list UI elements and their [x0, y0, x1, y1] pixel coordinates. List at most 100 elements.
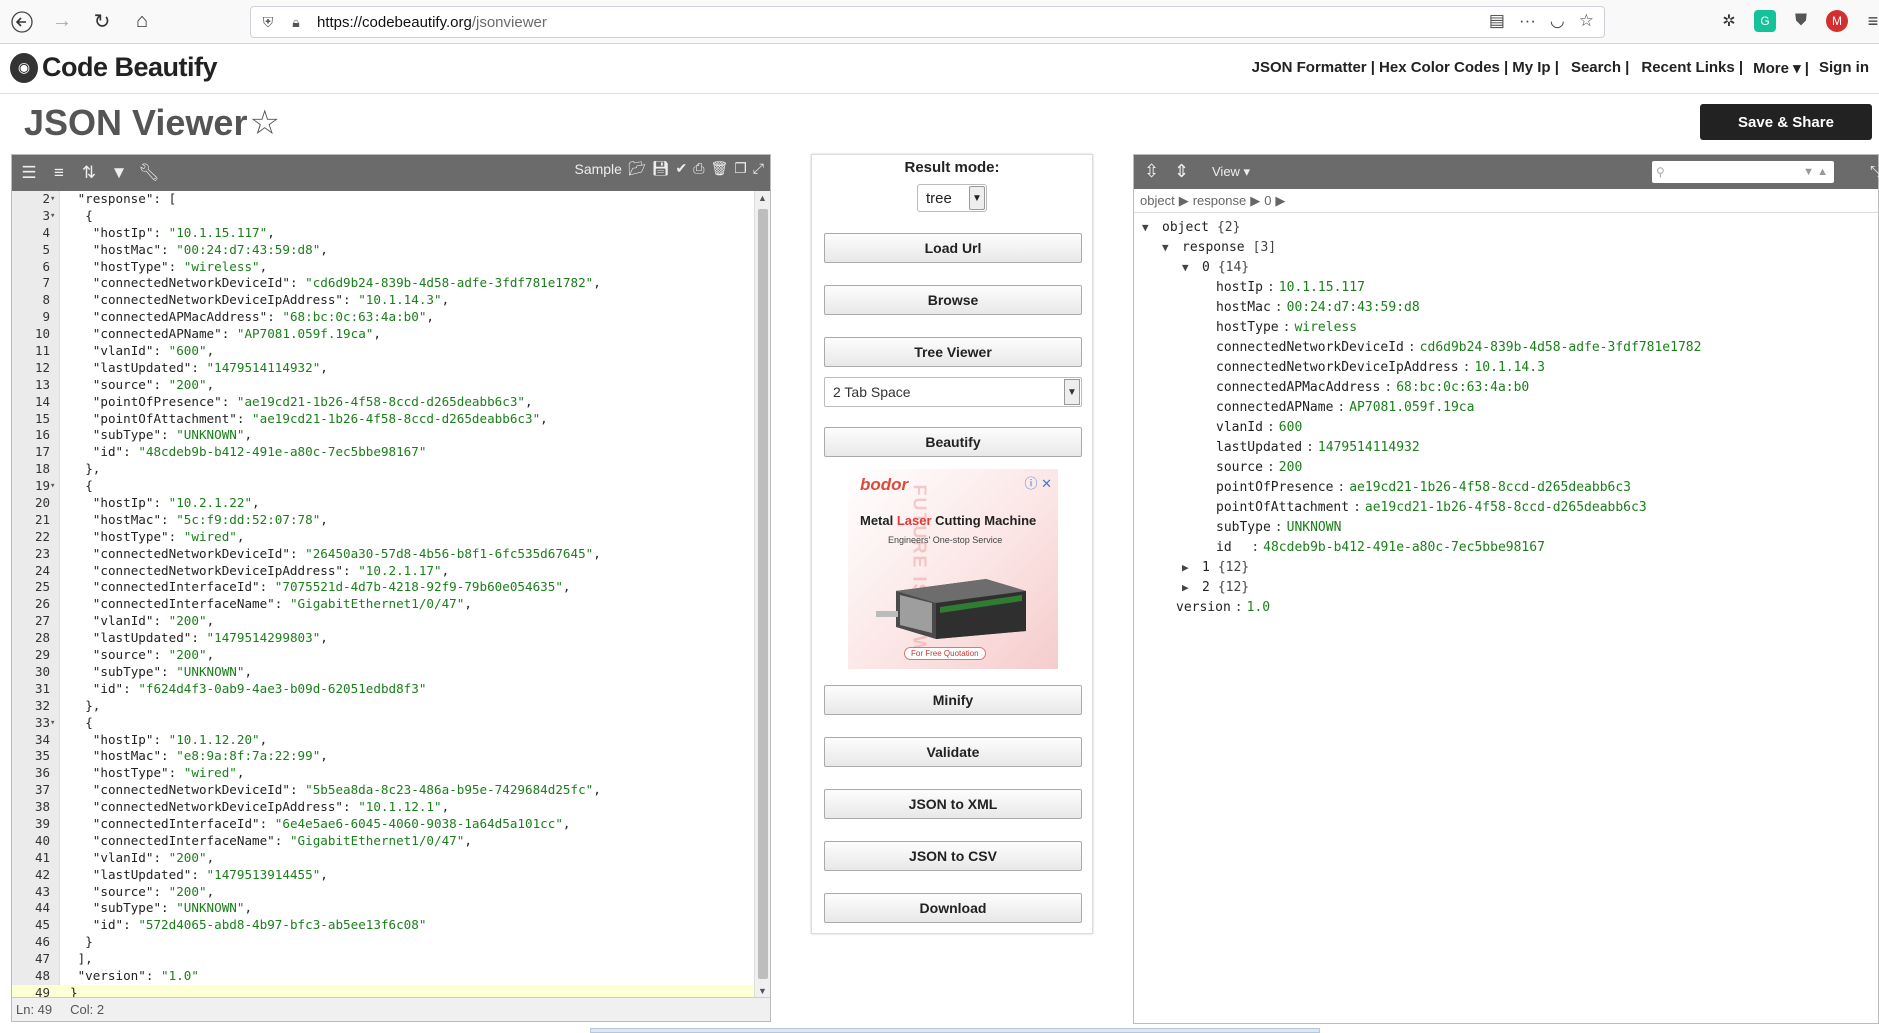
tree-value[interactable]: 48cdeb9b-b412-491e-a80c-7ec5bbe98167 — [1263, 540, 1545, 555]
extension-shield-icon[interactable]: ⛊ — [1790, 10, 1812, 32]
tree-node[interactable]: hostMac:00:24:d7:43:59:d8 — [1216, 297, 1420, 319]
save-disk-icon[interactable]: 💾︎ — [652, 160, 670, 177]
tree-node[interactable]: ▶ 2 {12} — [1182, 577, 1249, 599]
code-line[interactable]: 46} — [12, 934, 754, 951]
menu-hamburger-icon[interactable]: ≡ — [1862, 10, 1879, 32]
code-line[interactable]: 22 "hostType": "wired", — [12, 529, 754, 546]
code-line[interactable]: 36 "hostType": "wired", — [12, 765, 754, 782]
tree-value[interactable]: 68:bc:0c:63:4a:b0 — [1396, 380, 1529, 395]
tree-node[interactable]: pointOfPresence: ae19cd21-1b26-4f58-8ccd-… — [1216, 477, 1631, 499]
code-line[interactable]: 10 "connectedAPName": "AP7081.059f.19ca", — [12, 326, 754, 343]
code-line[interactable]: 34 "hostIp": "10.1.12.20", — [12, 732, 754, 749]
tree-node[interactable]: ▼ 0 {14} — [1182, 257, 1249, 279]
tree-node[interactable]: connectedAPMacAddress:68:bc:0c:63:4a:b0 — [1216, 377, 1529, 399]
shield-icon[interactable]: ⛨ — [257, 14, 279, 31]
fold-toggle-icon[interactable]: ▾ — [50, 715, 60, 732]
load-url-button[interactable]: Load Url — [824, 233, 1082, 263]
code-line[interactable]: 28 "lastUpdated": "1479514299803", — [12, 630, 754, 647]
code-line[interactable]: 40 "connectedInterfaceName": "GigabitEthe… — [12, 833, 754, 850]
code-line[interactable]: 17 "id": "48cdeb9b-b412-491e-a80c-7ec5bbe… — [12, 444, 754, 461]
editor-scrollbar[interactable]: ▲ ▼ — [754, 191, 770, 998]
download-button[interactable]: Download — [824, 893, 1082, 923]
code-line[interactable]: 38 "connectedNetworkDeviceIpAddress": "10… — [12, 799, 754, 816]
beautify-button[interactable]: Beautify — [824, 427, 1082, 457]
tree-value[interactable]: 600 — [1279, 420, 1302, 435]
repair-wrench-icon[interactable]: 🔧︎ — [136, 160, 162, 186]
home-icon[interactable]: ⌂ — [124, 4, 160, 40]
tree-node[interactable]: ▼ object {2} — [1142, 217, 1240, 239]
breadcrumb-index[interactable]: 0 — [1264, 193, 1271, 208]
json-to-csv-button[interactable]: JSON to CSV — [824, 841, 1082, 871]
tree-node[interactable]: source:200 — [1216, 457, 1302, 479]
code-line[interactable]: 29 "source": "200", — [12, 647, 754, 664]
collapsed-caret-icon[interactable]: ▶ — [1182, 557, 1196, 579]
fold-toggle-icon[interactable]: ▾ — [50, 478, 60, 495]
code-line[interactable]: 11 "vlanId": "600", — [12, 343, 754, 360]
code-line[interactable]: 43 "source": "200", — [12, 884, 754, 901]
tree-value[interactable]: 10.1.15.117 — [1279, 280, 1365, 295]
expand-all-icon[interactable]: ⇳ — [1144, 161, 1159, 182]
code-line[interactable]: 8 "connectedNetworkDeviceIpAddress": "10.… — [12, 292, 754, 309]
code-line[interactable]: 39 "connectedInterfaceId": "6e4e5ae6-6045… — [12, 816, 754, 833]
code-line[interactable]: 18}, — [12, 461, 754, 478]
format-icon[interactable]: ☰ — [16, 160, 42, 186]
code-line[interactable]: 19 ▾ { — [12, 478, 754, 495]
tree-value[interactable]: 00:24:d7:43:59:d8 — [1287, 300, 1420, 315]
code-line[interactable]: 12 "lastUpdated": "1479514114932", — [12, 360, 754, 377]
code-line[interactable]: 35 "hostMac": "e8:9a:8f:7a:22:99", — [12, 748, 754, 765]
nav-search[interactable]: Search | — [1571, 59, 1629, 77]
code-line[interactable]: 14 "pointOfPresence": "ae19cd21-1b26-4f58… — [12, 394, 754, 411]
tree-value[interactable]: 1479514114932 — [1318, 440, 1420, 455]
advertisement[interactable]: FUTURE IS NOW bodor ⓘ ✕ Metal Laser Cutt… — [848, 469, 1058, 669]
json-to-xml-button[interactable]: JSON to XML — [824, 789, 1082, 819]
address-bar[interactable]: ⛨ 🔒︎ https://codebeautify.org/jsonviewer… — [250, 6, 1605, 38]
fold-toggle-icon[interactable]: ▾ — [50, 191, 60, 208]
save-share-button[interactable]: Save & Share — [1700, 104, 1872, 140]
code-line[interactable]: 5 "hostMac": "00:24:d7:43:59:d8", — [12, 242, 754, 259]
back-icon[interactable] — [4, 4, 40, 40]
page-actions-icon[interactable]: ··· — [1519, 11, 1536, 31]
collapse-all-icon[interactable]: ⇕ — [1174, 161, 1189, 182]
tree-value[interactable]: cd6d9b24-839b-4d58-adfe-3fdf781e1782 — [1420, 340, 1702, 355]
minify-button[interactable]: Minify — [824, 685, 1082, 715]
open-folder-icon[interactable]: 📂︎ — [628, 160, 646, 177]
breadcrumb-response[interactable]: response — [1193, 193, 1246, 208]
tree-viewer-button[interactable]: Tree Viewer — [824, 337, 1082, 367]
code-line[interactable]: 3 ▾ { — [12, 208, 754, 225]
search-nav-arrows-icon[interactable]: ▼ ▲ — [1803, 166, 1828, 178]
tree-node[interactable]: id :48cdeb9b-b412-491e-a80c-7ec5bbe98167 — [1216, 537, 1545, 559]
extension-puzzle-icon[interactable]: ✲ — [1718, 10, 1740, 32]
reader-view-icon[interactable]: ▤ — [1489, 11, 1505, 31]
reload-icon[interactable]: ↻ — [84, 4, 120, 40]
code-line[interactable]: 13 "source": "200", — [12, 377, 754, 394]
tree-node[interactable]: version:1.0 — [1176, 597, 1270, 619]
sort-icon[interactable]: ⇅ — [76, 160, 102, 186]
compact-icon[interactable]: ≡ — [46, 160, 72, 186]
code-line[interactable]: 16 "subType": "UNKNOWN", — [12, 427, 754, 444]
code-line[interactable]: 27 "vlanId": "200", — [12, 613, 754, 630]
code-line[interactable]: 33 ▾ { — [12, 715, 754, 732]
tree-node[interactable]: hostIp:10.1.15.117 — [1216, 277, 1365, 299]
code-line[interactable]: 30 "subType": "UNKNOWN", — [12, 664, 754, 681]
tree-value[interactable]: wireless — [1294, 320, 1357, 335]
code-line[interactable]: 7 "connectedNetworkDeviceId": "cd6d9b24-8… — [12, 275, 754, 292]
collapsed-caret-icon[interactable]: ▶ — [1182, 577, 1196, 599]
extension-mail-icon[interactable]: M — [1826, 10, 1848, 32]
code-line[interactable]: 42 "lastUpdated": "1479513914455", — [12, 867, 754, 884]
favorite-star-icon[interactable]: ☆ — [249, 103, 279, 143]
copy-icon[interactable]: ❐ — [734, 160, 747, 177]
code-line[interactable]: 20 "hostIp": "10.2.1.22", — [12, 495, 754, 512]
pocket-icon[interactable]: ◡ — [1550, 11, 1565, 31]
extension-grammarly-icon[interactable]: G — [1754, 10, 1776, 32]
code-line[interactable]: 32}, — [12, 698, 754, 715]
code-line[interactable]: 31 "id": "f624d4f3-0ab9-4ae3-b09d-62051ed… — [12, 681, 754, 698]
nav-sign-in[interactable]: Sign in — [1819, 59, 1869, 77]
code-line[interactable]: 9 "connectedAPMacAddress": "68:bc:0c:63:4… — [12, 309, 754, 326]
result-mode-select[interactable]: tree ▼ — [917, 184, 987, 212]
expanded-caret-icon[interactable]: ▼ — [1162, 237, 1176, 259]
nav-recent-links[interactable]: Recent Links | — [1641, 59, 1743, 77]
code-line[interactable]: 23 "connectedNetworkDeviceId": "26450a30-… — [12, 546, 754, 563]
tree-value[interactable]: ae19cd21-1b26-4f58-8ccd-d265deabb6c3 — [1349, 480, 1631, 495]
nav-hex-color-codes[interactable]: Hex Color Codes | — [1379, 59, 1508, 77]
code-area[interactable]: 2 ▾ "response": [3 ▾{4 "hostIp": "10.1.15.11… — [12, 191, 754, 998]
